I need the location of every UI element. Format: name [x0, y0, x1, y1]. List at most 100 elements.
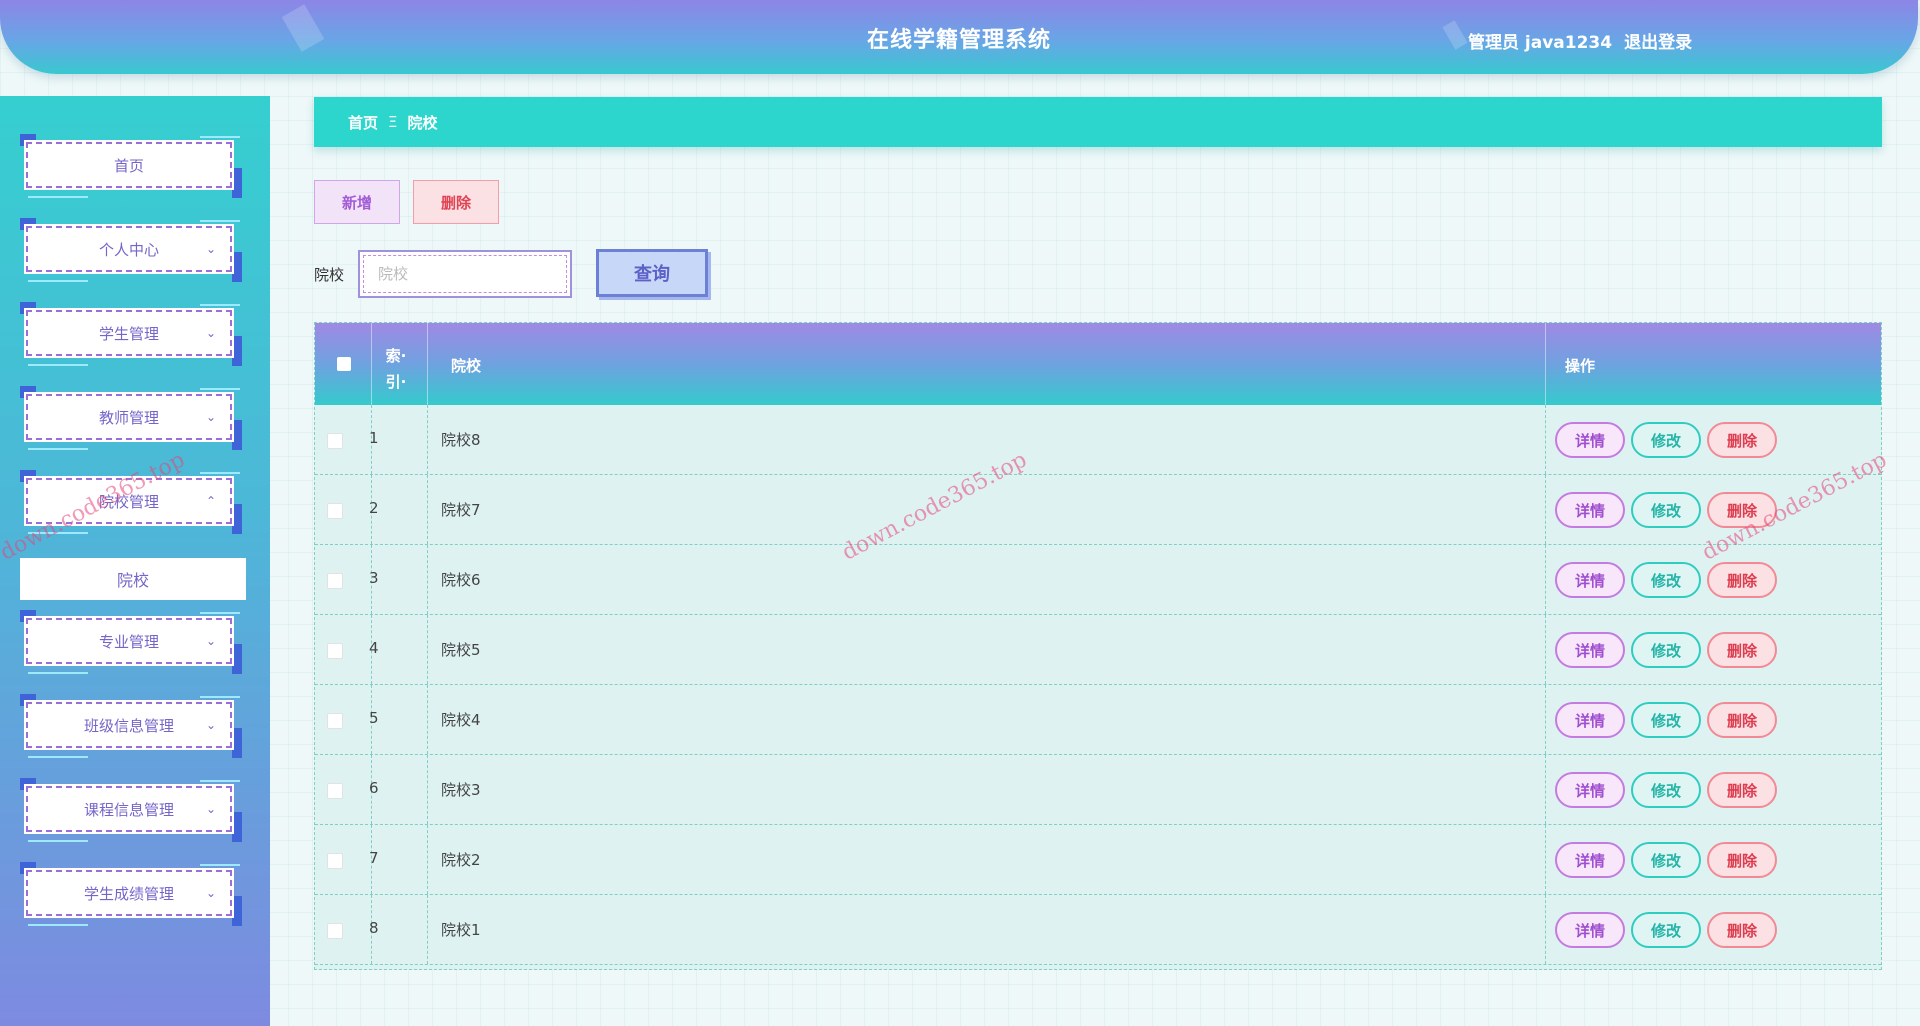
edit-button[interactable]: 修改: [1631, 912, 1701, 948]
sidebar-item[interactable]: 学生成绩管理 ⌄: [20, 862, 242, 926]
column-divider: [1545, 475, 1547, 544]
detail-button[interactable]: 详情: [1555, 912, 1625, 948]
sidebar-item[interactable]: 班级信息管理 ⌄: [20, 694, 242, 758]
frame-edge: [28, 840, 88, 842]
row-checkbox[interactable]: [327, 503, 343, 519]
sidebar-item-label: 课程信息管理: [83, 800, 174, 819]
row-actions: 详情 修改 删除: [1555, 422, 1777, 458]
table-row: 6 院校3 详情 修改 删除: [315, 755, 1881, 825]
edit-button[interactable]: 修改: [1631, 562, 1701, 598]
frame-edge: [28, 196, 88, 198]
sidebar-item-frame: 班级信息管理 ⌄: [26, 702, 232, 748]
row-actions: 详情 修改 删除: [1555, 702, 1777, 738]
row-checkbox[interactable]: [327, 433, 343, 449]
frame-corner: [232, 336, 242, 366]
frame-edge: [200, 304, 240, 306]
sidebar-item[interactable]: 学生管理 ⌄: [20, 302, 242, 366]
breadcrumb: 首页 Ξ 院校: [314, 97, 1882, 147]
delete-button[interactable]: 删除: [1707, 422, 1777, 458]
frame-edge: [200, 864, 240, 866]
detail-button[interactable]: 详情: [1555, 632, 1625, 668]
school-search-input[interactable]: [358, 250, 572, 298]
sidebar-item[interactable]: 专业管理 ⌄: [20, 610, 242, 674]
table-row: 1 院校8 详情 修改 删除: [315, 405, 1881, 475]
sidebar-item[interactable]: 课程信息管理 ⌄: [20, 778, 242, 842]
breadcrumb-separator-icon: Ξ: [388, 113, 398, 131]
sidebar-item[interactable]: 教师管理 ⌄: [20, 386, 242, 450]
detail-button[interactable]: 详情: [1555, 842, 1625, 878]
row-school-name: 院校7: [441, 501, 481, 519]
frame-edge: [28, 280, 88, 282]
sidebar-item-label: 院校管理: [98, 492, 159, 511]
batch-delete-button[interactable]: 删除: [413, 180, 499, 224]
detail-button[interactable]: 详情: [1555, 422, 1625, 458]
table-header: 索· 引· 院校 操作: [315, 323, 1881, 405]
sidebar-item-label: 班级信息管理: [83, 716, 174, 735]
column-divider: [371, 323, 372, 405]
delete-button[interactable]: 删除: [1707, 702, 1777, 738]
row-checkbox[interactable]: [327, 573, 343, 589]
row-school-name: 院校3: [441, 781, 481, 799]
row-checkbox[interactable]: [327, 643, 343, 659]
row-index: 6: [369, 779, 379, 797]
sidebar-item-label: 教师管理: [98, 408, 159, 427]
edit-button[interactable]: 修改: [1631, 842, 1701, 878]
edit-button[interactable]: 修改: [1631, 492, 1701, 528]
sidebar-item-frame: 个人中心 ⌄: [26, 226, 232, 272]
delete-button[interactable]: 删除: [1707, 562, 1777, 598]
sidebar-subitem-school[interactable]: 院校: [20, 558, 246, 600]
delete-button[interactable]: 删除: [1707, 842, 1777, 878]
logout-link[interactable]: 退出登录: [1624, 28, 1692, 53]
edit-button[interactable]: 修改: [1631, 772, 1701, 808]
detail-button[interactable]: 详情: [1555, 702, 1625, 738]
sidebar-item-label: 首页: [113, 156, 144, 175]
column-divider: [427, 323, 428, 405]
chevron-icon: ⌄: [205, 410, 216, 424]
delete-button[interactable]: 删除: [1707, 772, 1777, 808]
top-navbar: 在线学籍管理系统 管理员 java1234 退出登录: [0, 0, 1918, 74]
sidebar-item-frame: 课程信息管理 ⌄: [26, 786, 232, 832]
chevron-icon: ⌃: [205, 494, 216, 508]
edit-button[interactable]: 修改: [1631, 702, 1701, 738]
delete-button[interactable]: 删除: [1707, 912, 1777, 948]
column-divider: [1545, 755, 1547, 824]
delete-button[interactable]: 删除: [1707, 492, 1777, 528]
header-index-line1: 索·: [385, 347, 407, 365]
table-row: 7 院校2 详情 修改 删除: [315, 825, 1881, 895]
row-checkbox[interactable]: [327, 713, 343, 729]
row-checkbox[interactable]: [327, 923, 343, 939]
frame-edge: [200, 472, 240, 474]
header-operations: 操作: [1565, 357, 1596, 375]
row-index: 4: [369, 639, 379, 657]
frame-corner: [232, 644, 242, 674]
user-area: 管理员 java1234 退出登录: [1468, 28, 1692, 53]
header-school[interactable]: 院校: [451, 355, 481, 376]
delete-button[interactable]: 删除: [1707, 632, 1777, 668]
row-index: 3: [369, 569, 379, 587]
row-actions: 详情 修改 删除: [1555, 772, 1777, 808]
search-button[interactable]: 查询: [596, 249, 708, 297]
search-label: 院校: [314, 266, 345, 284]
add-button[interactable]: 新增: [314, 180, 400, 224]
sidebar-item[interactable]: 院校管理 ⌃: [20, 470, 242, 534]
detail-button[interactable]: 详情: [1555, 492, 1625, 528]
column-divider: [1545, 323, 1546, 405]
breadcrumb-home[interactable]: 首页: [348, 112, 378, 133]
chevron-icon: ⌄: [205, 718, 216, 732]
detail-button[interactable]: 详情: [1555, 562, 1625, 598]
sidebar-item[interactable]: 首页: [20, 134, 242, 198]
select-all-checkbox[interactable]: [337, 357, 351, 371]
frame-corner: [232, 812, 242, 842]
row-actions: 详情 修改 删除: [1555, 562, 1777, 598]
edit-button[interactable]: 修改: [1631, 422, 1701, 458]
column-divider: [427, 895, 429, 964]
sidebar-item[interactable]: 个人中心 ⌄: [20, 218, 242, 282]
frame-edge: [28, 364, 88, 366]
row-school-name: 院校2: [441, 851, 481, 869]
row-school-name: 院校6: [441, 571, 481, 589]
row-checkbox[interactable]: [327, 853, 343, 869]
detail-button[interactable]: 详情: [1555, 772, 1625, 808]
column-divider: [1545, 895, 1547, 964]
row-checkbox[interactable]: [327, 783, 343, 799]
edit-button[interactable]: 修改: [1631, 632, 1701, 668]
